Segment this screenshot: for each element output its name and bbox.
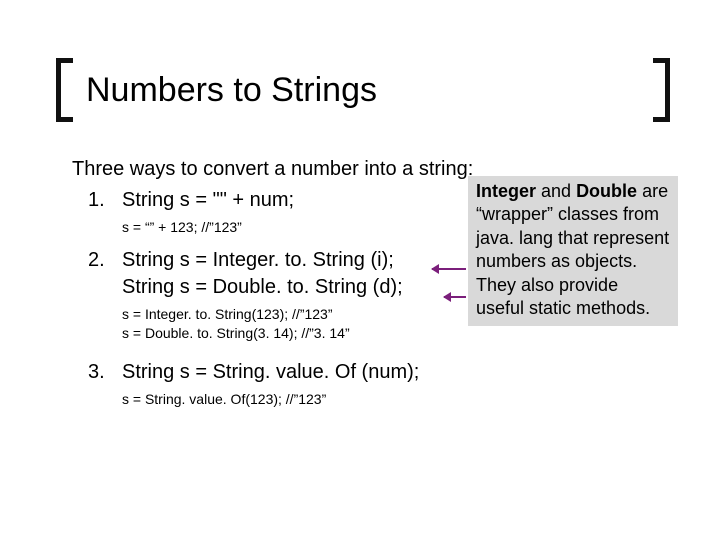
callout-bold-2: Double bbox=[576, 181, 637, 201]
item-3-note: s = String. value. Of(123); //”123” bbox=[122, 390, 680, 409]
callout-box: Integer and Double are “wrapper” classes… bbox=[468, 176, 678, 326]
item-3-code: String s = String. value. Of (num); bbox=[122, 359, 680, 386]
item-number: 1. bbox=[88, 187, 105, 214]
callout-bold-1: Integer bbox=[476, 181, 536, 201]
item-number: 3. bbox=[88, 359, 105, 386]
callout-rest: are “wrapper” classes from java. lang th… bbox=[476, 181, 669, 318]
arrow-icon bbox=[432, 268, 466, 270]
bracket-right-icon bbox=[644, 58, 670, 122]
list-item-3: 3. String s = String. value. Of (num); s… bbox=[122, 359, 680, 409]
slide-title: Numbers to Strings bbox=[82, 71, 644, 110]
bracket-left-icon bbox=[56, 58, 82, 122]
item-2-note-b: s = Double. to. String(3. 14); //”3. 14” bbox=[122, 324, 680, 343]
arrow-icon bbox=[444, 296, 466, 298]
slide-title-row: Numbers to Strings bbox=[56, 58, 670, 122]
callout-mid: and bbox=[536, 181, 576, 201]
item-number: 2. bbox=[88, 247, 105, 274]
